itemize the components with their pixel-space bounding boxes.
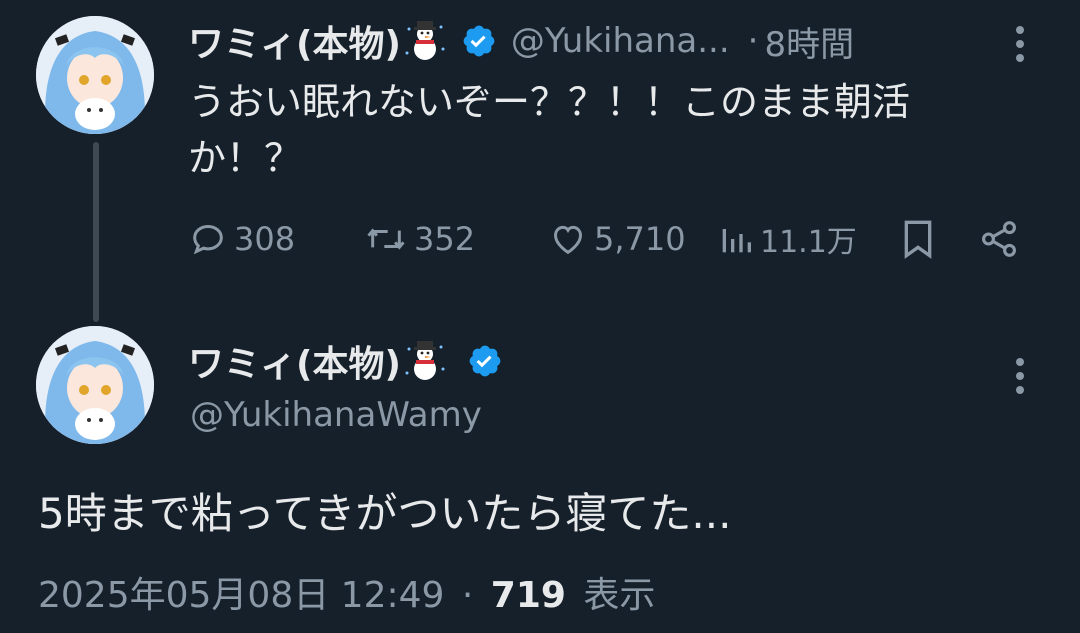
reply-button[interactable]: 308	[188, 214, 295, 264]
tweet1-text: うおい眠れないぞー？？！！このまま朝活か！？	[188, 80, 911, 180]
analytics-icon	[722, 229, 751, 253]
handle[interactable]: @YukihanaWamy	[190, 392, 482, 438]
separator-dot: ·	[747, 21, 759, 61]
verified-badge-icon[interactable]	[467, 343, 503, 379]
retweet-icon	[367, 228, 405, 250]
tweet-time[interactable]: 8時間	[764, 17, 854, 66]
heart-icon	[553, 225, 583, 255]
timestamp[interactable]: 2025年05月08日 12:49	[38, 575, 444, 616]
avatar-image	[36, 326, 154, 444]
share-button[interactable]	[978, 214, 1020, 264]
like-count: 5,710	[594, 220, 686, 258]
tweet2-meta: 2025年05月08日 12:49 · 719 表示	[38, 566, 655, 618]
retweet-button[interactable]: 352	[364, 214, 475, 264]
bookmark-icon	[904, 220, 932, 259]
reply-count: 308	[234, 220, 296, 258]
snowman-icon	[405, 21, 445, 60]
bookmark-button[interactable]	[898, 214, 938, 264]
avatar-image	[36, 16, 154, 134]
more-options-icon[interactable]	[1014, 358, 1026, 400]
display-name[interactable]: ワミィ(本物)	[188, 335, 401, 387]
retweet-count: 352	[414, 220, 476, 258]
verified-badge-icon[interactable]	[461, 23, 497, 59]
tweet1-header: ワミィ(本物) @Yukihana... · 8時間	[188, 16, 854, 66]
views-count: 11.1万	[760, 225, 857, 260]
views-count: 719	[490, 575, 566, 616]
tweet2-text: 5時まで粘ってきがついたら寝てた...	[38, 489, 732, 538]
separator-dot: ·	[461, 575, 474, 616]
tweet2-header: ワミィ(本物)	[188, 336, 503, 386]
tweet1-action-bar: 308 352 5,710 11.1万	[188, 214, 1058, 264]
avatar[interactable]	[36, 326, 154, 444]
reply-icon	[193, 224, 223, 255]
more-options-icon[interactable]	[1014, 26, 1026, 68]
views-button[interactable]: 11.1万	[718, 214, 857, 264]
share-icon	[982, 221, 1016, 257]
snowman-icon	[405, 341, 445, 380]
display-name[interactable]: ワミィ(本物)	[188, 15, 401, 67]
handle[interactable]: @Yukihana...	[511, 21, 730, 61]
like-button[interactable]: 5,710	[548, 214, 686, 264]
thread-connector-line	[93, 142, 99, 322]
views-label: 表示	[583, 575, 656, 616]
avatar[interactable]	[36, 16, 154, 134]
